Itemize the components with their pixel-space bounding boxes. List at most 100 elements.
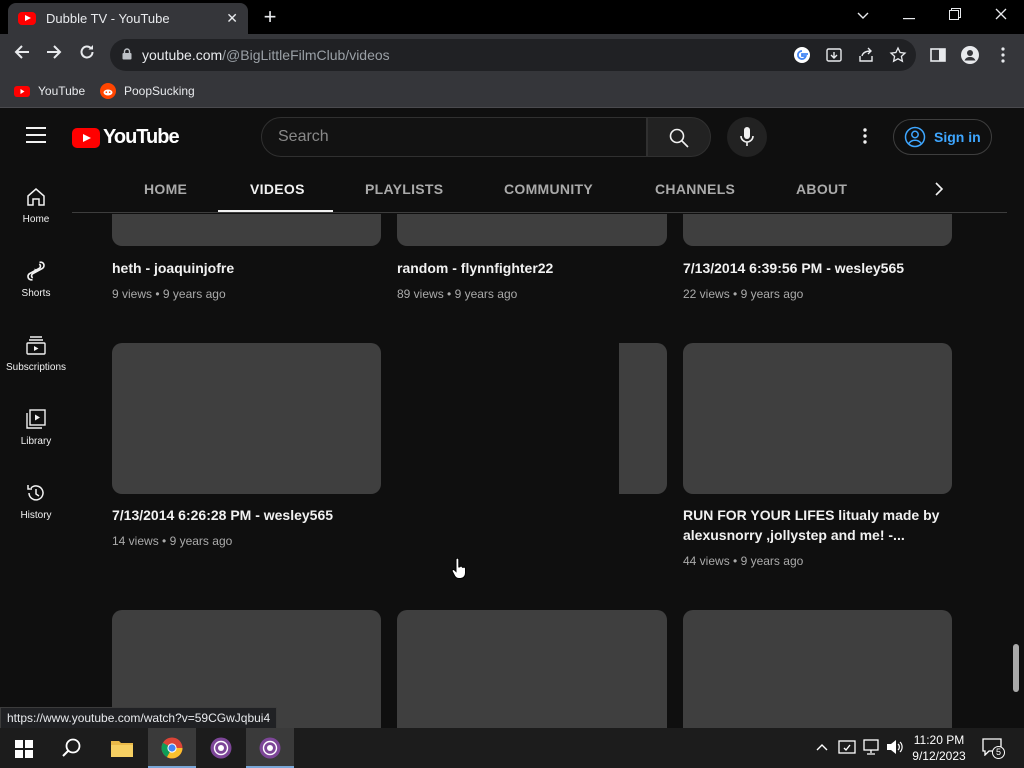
- browser-tab-active[interactable]: Dubble TV - YouTube ✕: [8, 3, 248, 34]
- video-thumbnail[interactable]: [683, 343, 952, 494]
- url-text: youtube.com/@BigLittleFilmClub/videos: [142, 47, 390, 63]
- network-icon[interactable]: [862, 739, 880, 755]
- tab-playlists[interactable]: PLAYLISTS: [365, 181, 443, 197]
- guide-item-shorts[interactable]: Shorts: [0, 248, 72, 318]
- sign-in-button[interactable]: Sign in: [893, 119, 992, 155]
- hand-cursor-icon: [451, 558, 466, 579]
- close-window-button[interactable]: [986, 4, 1016, 26]
- tor-browser-taskbar[interactable]: [197, 728, 245, 768]
- video-thumbnail[interactable]: [683, 610, 952, 728]
- video-thumbnail[interactable]: [683, 214, 952, 246]
- google-lens-icon[interactable]: [793, 46, 811, 64]
- video-thumbnail[interactable]: [112, 214, 381, 246]
- action-center-button[interactable]: 5: [982, 738, 1005, 759]
- volume-icon[interactable]: [886, 739, 904, 755]
- forward-button[interactable]: [41, 42, 67, 68]
- search-button[interactable]: [647, 117, 711, 157]
- reload-button[interactable]: [74, 42, 100, 68]
- youtube-play-icon: [72, 127, 100, 148]
- bookmarks-bar: YouTube PoopSucking: [0, 76, 1024, 108]
- video-grid: heth - joaquinjofre 9 views • 9 years ag…: [72, 214, 1007, 728]
- guide-item-subscriptions[interactable]: Subscriptions: [0, 322, 72, 392]
- tab-community[interactable]: COMMUNITY: [504, 181, 593, 197]
- guide-label: Home: [22, 214, 50, 225]
- history-icon: [27, 485, 44, 501]
- back-button[interactable]: [9, 42, 35, 68]
- guide-menu-icon[interactable]: [26, 127, 46, 143]
- video-thumbnail[interactable]: [397, 214, 667, 246]
- video-title[interactable]: random - flynnfighter22: [397, 258, 667, 278]
- guide-item-history[interactable]: History: [0, 470, 72, 540]
- search-icon[interactable]: [61, 737, 83, 759]
- video-title[interactable]: 7/13/2014 6:39:56 PM - wesley565: [683, 258, 953, 278]
- restore-button[interactable]: [940, 4, 970, 26]
- bookmark-star-icon[interactable]: [889, 46, 907, 64]
- active-tab-indicator: [218, 210, 333, 212]
- video-title[interactable]: 7/13/2014 6:26:28 PM - wesley565: [112, 505, 382, 525]
- chrome-taskbar[interactable]: [148, 728, 196, 768]
- video-metadata: 9 views • 9 years ago: [112, 287, 226, 301]
- minimize-button[interactable]: [894, 4, 924, 26]
- video-thumbnail[interactable]: [397, 610, 667, 728]
- bookmark-label: PoopSucking: [124, 84, 195, 98]
- tray-chevron-up-icon[interactable]: [816, 742, 828, 752]
- tab-videos[interactable]: VIDEOS: [250, 181, 305, 197]
- profile-avatar-icon[interactable]: [960, 45, 980, 65]
- tor-browser-taskbar-2[interactable]: [246, 728, 294, 768]
- account-circle-icon: [904, 126, 926, 148]
- mini-guide: Home Shorts Subscriptions Library Histor…: [0, 164, 72, 728]
- video-metadata: 22 views • 9 years ago: [683, 287, 804, 301]
- clock-time: 11:20 PM: [913, 733, 965, 747]
- address-bar[interactable]: youtube.com/@BigLittleFilmClub/videos: [110, 39, 916, 71]
- link-status-bubble: https://www.youtube.com/watch?v=59CGwJqb…: [0, 707, 278, 729]
- windows-taskbar: 11:20 PM 9/12/2023 5: [0, 728, 1024, 768]
- video-title[interactable]: RUN FOR YOUR LIFES litualy made by alexu…: [683, 505, 953, 545]
- tab-home[interactable]: HOME: [144, 181, 187, 197]
- side-panel-icon[interactable]: [928, 45, 948, 65]
- library-icon: [26, 409, 46, 429]
- settings-more-icon[interactable]: [855, 126, 875, 146]
- tor-icon: [210, 737, 232, 759]
- guide-label: History: [20, 510, 52, 521]
- chrome-menu-icon[interactable]: [993, 45, 1013, 65]
- reddit-icon: [100, 83, 116, 99]
- tab-close-button[interactable]: ✕: [226, 10, 238, 27]
- chevron-right-icon[interactable]: [932, 181, 946, 197]
- youtube-favicon-icon: [18, 12, 36, 25]
- search-icon: [669, 128, 689, 148]
- tab-search-chevron-icon[interactable]: [848, 4, 878, 26]
- bookmark-youtube[interactable]: YouTube: [14, 83, 85, 99]
- browser-tab-strip: Dubble TV - YouTube ✕ +: [0, 0, 1024, 34]
- clock[interactable]: 11:20 PM 9/12/2023: [908, 732, 970, 764]
- home-icon: [27, 188, 45, 206]
- bookmark-poopsucking[interactable]: PoopSucking: [100, 83, 195, 99]
- search-input[interactable]: Search: [261, 117, 647, 157]
- file-explorer-taskbar[interactable]: [98, 728, 146, 768]
- tab-channels[interactable]: CHANNELS: [655, 181, 735, 197]
- video-thumbnail[interactable]: [112, 343, 381, 494]
- windows-start-icon[interactable]: [15, 740, 33, 758]
- video-thumbnail-partial[interactable]: [619, 343, 667, 494]
- youtube-logo[interactable]: YouTube: [72, 126, 180, 149]
- install-app-icon[interactable]: [825, 46, 843, 64]
- sign-in-label: Sign in: [934, 129, 981, 145]
- folder-icon: [111, 741, 133, 757]
- clock-date: 9/12/2023: [912, 749, 966, 763]
- guide-item-home[interactable]: Home: [0, 174, 72, 244]
- video-title[interactable]: heth - joaquinjofre: [112, 258, 382, 278]
- share-icon[interactable]: [857, 46, 875, 64]
- video-metadata: 89 views • 9 years ago: [397, 287, 518, 301]
- new-tab-button[interactable]: +: [258, 4, 282, 30]
- tab-title: Dubble TV - YouTube: [46, 11, 170, 26]
- security-tray-icon[interactable]: [838, 739, 856, 755]
- bookmark-label: YouTube: [38, 84, 86, 98]
- tab-about[interactable]: ABOUT: [796, 181, 847, 197]
- guide-item-library[interactable]: Library: [0, 396, 72, 466]
- page-scrollbar[interactable]: [1013, 644, 1019, 692]
- logo-wordmark: YouTube: [103, 126, 180, 148]
- guide-label: Subscriptions: [5, 362, 67, 373]
- guide-label: Shorts: [21, 288, 51, 299]
- voice-search-button[interactable]: [727, 117, 767, 157]
- video-metadata: 44 views • 9 years ago: [683, 554, 804, 568]
- browser-toolbar: youtube.com/@BigLittleFilmClub/videos: [0, 34, 1024, 76]
